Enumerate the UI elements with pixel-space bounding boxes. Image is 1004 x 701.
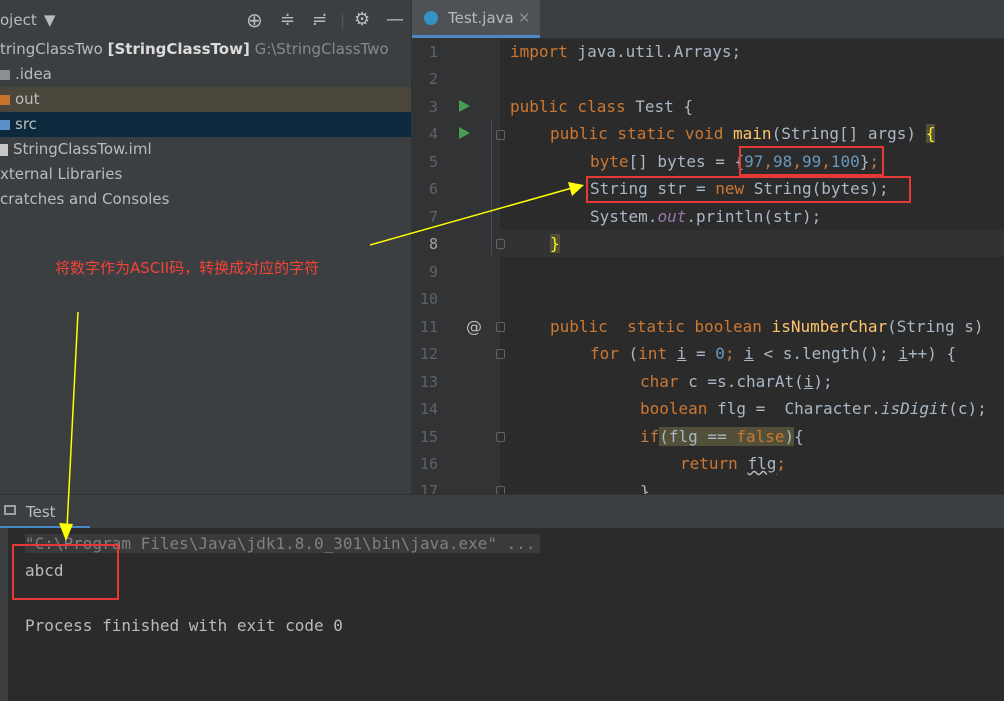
fold-icon[interactable] [496, 322, 505, 332]
line-number: 9 [428, 263, 438, 281]
code-line-11: public static boolean isNumberChar(Strin… [550, 317, 984, 336]
fold-icon[interactable] [496, 239, 505, 249]
line-number: 3 [428, 98, 438, 116]
line-number: 14 [419, 400, 438, 418]
folder-icon [0, 69, 10, 80]
divider: | [340, 11, 346, 29]
tab-test-java[interactable]: Test.java ✕ [412, 0, 540, 38]
highlight-box-output [12, 544, 119, 600]
gear-icon[interactable]: ⚙ [354, 8, 370, 32]
line-number: 11 [419, 318, 438, 336]
editor-tab-bar: Test.java ✕ [412, 0, 1004, 39]
code-line-12: for (int i = 0; i < s.length(); i++) { [590, 344, 957, 363]
fold-icon[interactable] [496, 130, 505, 140]
tree-item-label: out [15, 90, 40, 108]
chevron-down-icon[interactable]: ▼ [44, 8, 56, 32]
tree-item-iml[interactable]: StringClassTow.iml [0, 137, 411, 162]
project-panel: oject ▼ ⊕ ≑ ≓ | ⚙ — tringClassTwo [Strin… [0, 0, 411, 494]
line-number: 4 [428, 125, 438, 143]
tree-item-src[interactable]: src [0, 112, 411, 137]
tree-item-label: StringClassTow.iml [13, 140, 152, 158]
line-number: 15 [419, 428, 438, 446]
locate-icon[interactable]: ⊕ [246, 8, 263, 32]
highlight-box-byte-array [739, 146, 884, 176]
close-icon[interactable]: ✕ [518, 0, 531, 36]
run-main-icon[interactable] [459, 127, 470, 139]
project-toolbar: oject ▼ ⊕ ≑ ≓ | ⚙ — [0, 0, 411, 40]
run-tab-label: Test [26, 503, 56, 521]
line-number: 16 [419, 455, 438, 473]
code-line-17: } [640, 482, 650, 494]
console-output[interactable] [8, 528, 1004, 701]
code-line-13: char c =s.charAt(i); [640, 372, 833, 391]
indent-guide [491, 120, 492, 255]
override-at-icon[interactable]: @ [466, 317, 482, 336]
run-class-icon[interactable] [459, 100, 470, 112]
root-path: G:\StringClassTwo [254, 40, 389, 58]
code-line-1: import java.util.Arrays; [510, 42, 742, 61]
current-line-highlight [500, 230, 1004, 257]
minimize-icon[interactable]: — [386, 8, 404, 32]
fold-icon[interactable] [496, 432, 505, 442]
folder-icon [0, 94, 10, 105]
run-toolbar [0, 528, 8, 701]
line-number: 5 [428, 153, 438, 171]
tab-run-test[interactable]: Test [0, 495, 90, 529]
line-number: 2 [428, 70, 438, 88]
tree-item-out[interactable]: out [0, 87, 411, 112]
tree-item-label: .idea [15, 65, 52, 83]
line-number: 13 [419, 373, 438, 391]
line-number: 6 [428, 180, 438, 198]
tree-item-label: cratches and Consoles [0, 190, 170, 208]
highlight-box-string-constructor [586, 176, 911, 203]
tree-item-label: xternal Libraries [0, 165, 123, 183]
tree-item-label: src [15, 115, 37, 133]
line-number: 7 [428, 208, 438, 226]
line-number: 1 [428, 43, 438, 61]
root-module: [StringClassTow] [107, 40, 250, 58]
code-line-8: } [550, 234, 560, 253]
java-class-icon [424, 11, 438, 25]
tree-root[interactable]: tringClassTwo [StringClassTow] G:\String… [0, 37, 411, 62]
code-line-3: public class Test { [510, 97, 694, 116]
run-console-icon [4, 505, 16, 515]
tree-item-idea[interactable]: .idea [0, 62, 411, 87]
console-exit-message: Process finished with exit code 0 [25, 616, 343, 635]
code-line-15: if(flg == false){ [640, 427, 804, 446]
collapse-all-icon[interactable]: ≓ [312, 8, 327, 32]
line-number: 8 [428, 235, 438, 253]
folder-icon [0, 119, 10, 130]
tab-label: Test.java [448, 9, 514, 27]
annotation-text: 将数字作为ASCII码，转换成对应的字符 [55, 259, 320, 277]
tree-item-external-libraries[interactable]: xternal Libraries [0, 162, 411, 187]
line-number: 12 [419, 345, 438, 363]
tree-item-scratches[interactable]: cratches and Consoles [0, 187, 411, 212]
expand-all-icon[interactable]: ≑ [280, 8, 295, 32]
code-line-16: return flg; [680, 454, 786, 473]
file-icon [0, 143, 8, 156]
fold-icon[interactable] [496, 349, 505, 359]
run-panel-header: Test [0, 494, 1004, 529]
code-line-7: System.out.println(str); [590, 207, 822, 226]
line-number: 10 [419, 290, 438, 308]
code-line-14: boolean flg = Character.isDigit(c); [640, 399, 987, 418]
project-title[interactable]: oject [0, 8, 37, 32]
code-line-4: public static void main(String[] args) { [550, 124, 936, 143]
root-name: tringClassTwo [0, 40, 103, 58]
